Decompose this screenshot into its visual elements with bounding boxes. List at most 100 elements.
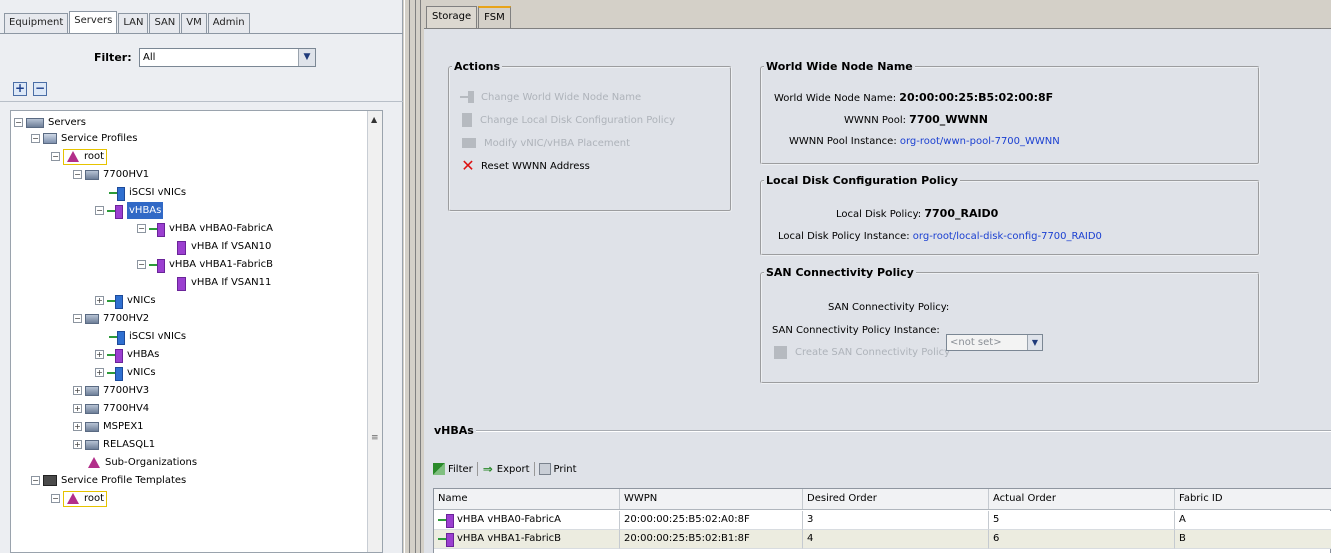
table-row[interactable]: vHBA vHBA1-FabricB 20:00:00:25:B5:02:B1:…: [434, 530, 1331, 549]
action-label: Create SAN Connectivity Policy: [795, 346, 951, 358]
root-label-box: root: [63, 490, 108, 507]
collapse-icon[interactable]: −: [51, 494, 60, 503]
local-disk-instance-row: Local Disk Policy Instance: org-root/loc…: [778, 230, 1102, 244]
tree-node-vhbas-2[interactable]: + vHBAs: [95, 346, 159, 363]
tab-fsm[interactable]: FSM: [478, 6, 511, 28]
tree-node-label: vNICs: [127, 295, 156, 306]
column-header-actual-order[interactable]: Actual Order: [989, 489, 1175, 509]
tree-node-vhba-if-vsan10[interactable]: vHBA If VSAN10: [173, 238, 271, 255]
filter-select[interactable]: All ▼: [139, 48, 316, 67]
collapse-icon[interactable]: −: [137, 260, 146, 269]
local-disk-instance-link[interactable]: org-root/local-disk-config-7700_RAID0: [913, 231, 1102, 242]
tree-node-mspex1[interactable]: + MSPEX1: [73, 418, 144, 435]
service-profile-icon: [85, 385, 99, 396]
wwnn-pool-row: WWNN Pool: 7700_WWNN: [844, 113, 988, 127]
expand-icon[interactable]: +: [73, 404, 82, 413]
filter-row: Filter: All ▼: [0, 48, 403, 68]
expand-icon[interactable]: +: [73, 386, 82, 395]
san-policy-row: SAN Connectivity Policy:: [828, 301, 949, 315]
tree-node-7700hv4[interactable]: + 7700HV4: [73, 400, 149, 417]
tree-node-root[interactable]: − root: [51, 148, 108, 165]
collapse-icon[interactable]: −: [31, 134, 40, 143]
export-button[interactable]: ⇒ Export: [482, 463, 530, 475]
tree-node-relasql1[interactable]: + RELASQL1: [73, 436, 155, 453]
expand-icon[interactable]: +: [95, 368, 104, 377]
create-san-policy-action[interactable]: Create SAN Connectivity Policy: [772, 343, 950, 361]
tree-node-vnics[interactable]: + vNICs: [95, 292, 156, 309]
tree-node-7700hv1[interactable]: − 7700HV1: [73, 166, 149, 183]
collapse-icon[interactable]: −: [73, 170, 82, 179]
tree-node-servers[interactable]: − Servers: [14, 114, 86, 131]
expand-icon[interactable]: +: [73, 422, 82, 431]
expand-icon[interactable]: +: [73, 440, 82, 449]
close-icon: ✕: [461, 156, 475, 175]
tree-node-7700hv3[interactable]: + 7700HV3: [73, 382, 149, 399]
collapse-icon[interactable]: −: [95, 206, 104, 215]
tree-node-vhbas[interactable]: − vHBAs: [95, 202, 164, 219]
tab-lan[interactable]: LAN: [118, 13, 149, 33]
tab-equipment[interactable]: Equipment: [4, 13, 69, 33]
tree-node-vhba1[interactable]: − vHBA vHBA1-FabricB: [137, 256, 273, 273]
tree-node-label: 7700HV2: [103, 313, 150, 324]
vnic-icon: [107, 366, 123, 381]
tree-node-sub-organizations[interactable]: Sub-Organizations: [87, 454, 197, 471]
collapse-all-icon[interactable]: −: [33, 82, 47, 96]
wwnn-title: World Wide Node Name: [766, 60, 913, 73]
chevron-down-icon[interactable]: ▼: [1027, 335, 1042, 350]
action-label: Reset WWNN Address: [481, 160, 590, 172]
collapse-icon[interactable]: −: [51, 152, 60, 161]
tab-admin[interactable]: Admin: [207, 13, 250, 33]
change-local-disk-policy-action[interactable]: Change Local Disk Configuration Policy: [460, 111, 675, 129]
local-disk-policy-label: Local Disk Policy:: [836, 209, 922, 220]
vhba-icon: [438, 533, 454, 547]
pane-splitter[interactable]: [404, 0, 421, 553]
chevron-down-icon[interactable]: ▼: [298, 49, 315, 66]
expand-icon[interactable]: +: [95, 296, 104, 305]
scroll-grip-icon[interactable]: ≡: [371, 433, 379, 443]
collapse-icon[interactable]: −: [31, 476, 40, 485]
action-label: Modify vNIC/vHBA Placement: [484, 137, 631, 149]
tree-node-label-selected: vHBAs: [127, 202, 164, 219]
print-button[interactable]: Print: [538, 463, 577, 475]
tab-servers[interactable]: Servers: [69, 11, 118, 33]
tree-node-7700hv2[interactable]: − 7700HV2: [73, 310, 149, 327]
tab-vm[interactable]: VM: [181, 13, 207, 33]
collapse-icon[interactable]: −: [14, 118, 23, 127]
table-row[interactable]: vHBA vHBA0-FabricA 20:00:00:25:B5:02:A0:…: [434, 511, 1331, 530]
wwnn-instance-link[interactable]: org-root/wwn-pool-7700_WWNN: [900, 136, 1060, 147]
change-wwnn-action[interactable]: Change World Wide Node Name: [460, 88, 641, 106]
tab-san[interactable]: SAN: [149, 13, 181, 33]
wwnn-pool-label: WWNN Pool:: [844, 115, 906, 126]
expand-icon[interactable]: +: [95, 350, 104, 359]
collapse-icon[interactable]: −: [137, 224, 146, 233]
expand-all-icon[interactable]: +: [13, 82, 27, 96]
scroll-up-icon[interactable]: ▲: [371, 115, 377, 124]
tab-storage[interactable]: Storage: [426, 6, 478, 28]
column-header-fabric-id[interactable]: Fabric ID: [1175, 489, 1331, 509]
column-header-name[interactable]: Name: [434, 489, 620, 509]
tree-node-template-root[interactable]: − root: [51, 490, 108, 507]
modify-placement-action[interactable]: Modify vNIC/vHBA Placement: [460, 134, 630, 152]
filter-label: Filter: [448, 463, 473, 475]
tree-node-service-profile-templates[interactable]: − Service Profile Templates: [31, 472, 186, 489]
tree-node-vnics-2[interactable]: + vNICs: [95, 364, 156, 381]
reset-wwnn-action[interactable]: ✕ Reset WWNN Address: [460, 157, 590, 175]
vhba-interface-icon: [173, 240, 187, 255]
column-header-desired-order[interactable]: Desired Order: [803, 489, 989, 509]
tree-node-label: MSPEX1: [103, 421, 144, 432]
san-policy-select[interactable]: <not set> ▼: [946, 334, 1043, 351]
filter-button[interactable]: Filter: [433, 463, 473, 475]
tree-node-vhba-if-vsan11[interactable]: vHBA If VSAN11: [173, 274, 271, 291]
tree-node-vhba0[interactable]: − vHBA vHBA0-FabricA: [137, 220, 273, 237]
placement-icon: [462, 138, 476, 148]
collapse-icon[interactable]: −: [73, 314, 82, 323]
tree-node-service-profiles[interactable]: − Service Profiles: [31, 130, 137, 147]
tree-node-label: vHBA vHBA1-FabricB: [169, 259, 273, 270]
wwnn-icon: [460, 90, 476, 104]
column-header-wwpn[interactable]: WWPN: [620, 489, 803, 509]
wwnn-panel: World Wide Node Name World Wide Node Nam…: [760, 60, 1260, 165]
tree-node-iscsi-vnics[interactable]: iSCSI vNICs: [109, 184, 186, 201]
tree-scrollbar[interactable]: ▲ ≡: [367, 111, 382, 552]
nav-tabs: Equipment Servers LAN SAN VM Admin: [4, 11, 251, 33]
tree-node-iscsi-vnics-2[interactable]: iSCSI vNICs: [109, 328, 186, 345]
